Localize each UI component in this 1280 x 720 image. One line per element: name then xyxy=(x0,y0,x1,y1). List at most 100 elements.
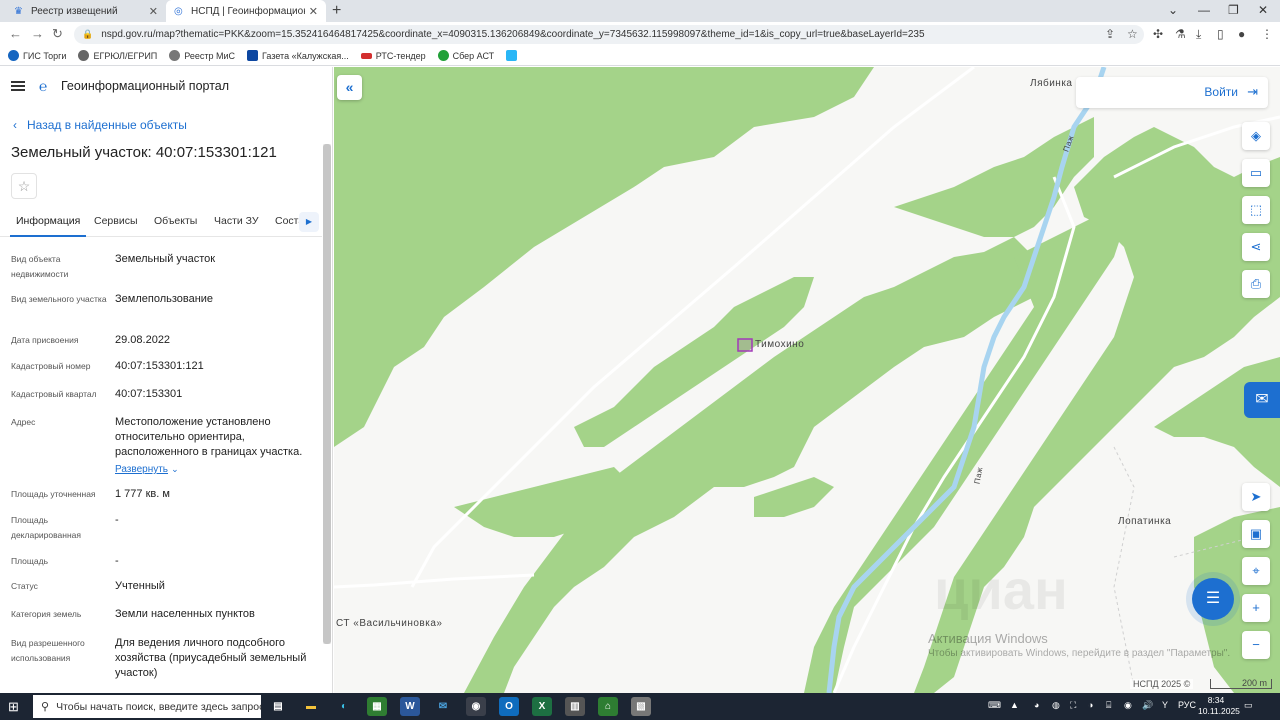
bookmark-reestr-mis[interactable]: Реестр МиС xyxy=(169,50,235,61)
bookmark-icon xyxy=(8,50,19,61)
help-chat-button[interactable]: ✉ xyxy=(1244,382,1280,418)
reload-icon[interactable]: ↻ xyxy=(52,26,63,42)
hamburger-menu-icon[interactable] xyxy=(11,81,25,91)
bookmark-extra[interactable] xyxy=(506,50,521,61)
task-view-icon[interactable]: ▤ xyxy=(268,697,288,716)
plus-icon: + xyxy=(1252,600,1260,615)
bookmark-icon xyxy=(360,52,372,59)
extensions-icon[interactable]: ✣ xyxy=(1153,27,1163,41)
address-bar-row: ← → ↻ 🔒 nspd.gov.ru/map?thematic=PKK&zoo… xyxy=(0,22,1280,46)
forward-icon[interactable]: → xyxy=(31,26,44,41)
object-info-panel: ℮ Геоинформационный портал ‹ Назад в найд… xyxy=(0,67,333,693)
tab-services[interactable]: Сервисы xyxy=(94,215,138,227)
share-icon[interactable]: ⇪ xyxy=(1105,27,1115,41)
tray-icon[interactable]: ▲ xyxy=(1010,700,1019,710)
nspd-favicon-icon: ◎ xyxy=(174,5,183,17)
close-tab-icon[interactable]: ✕ xyxy=(309,5,318,18)
chrome-icon[interactable]: ◉ xyxy=(466,697,486,716)
tab-parts[interactable]: Части ЗУ xyxy=(214,215,259,227)
close-window-icon[interactable]: ✕ xyxy=(1258,3,1268,17)
profile-icon[interactable]: ● xyxy=(1238,27,1245,41)
layers-icon: ◈ xyxy=(1251,128,1261,143)
keyboard-icon[interactable]: ⌨ xyxy=(988,700,1001,711)
scrollbar-thumb[interactable] xyxy=(323,144,331,644)
zoom-in-button[interactable]: + xyxy=(1242,594,1270,622)
tray-app-icon[interactable]: ◑ xyxy=(1088,700,1093,710)
forest-areas xyxy=(334,67,1280,693)
back-to-results-link[interactable]: ‹ Назад в найденные объекты xyxy=(13,118,187,132)
yandex-icon[interactable]: Y xyxy=(1162,700,1168,710)
panel-scrollbar[interactable] xyxy=(323,144,331,644)
excel-icon[interactable]: X xyxy=(532,697,552,716)
menu-icon[interactable]: ⋮ xyxy=(1261,27,1273,41)
network-icon[interactable]: ⌸ xyxy=(1106,700,1111,711)
file-explorer-icon[interactable]: ▬ xyxy=(301,697,321,716)
extension-icon[interactable]: ⚗ xyxy=(1175,27,1186,41)
calculator-icon[interactable]: ▥ xyxy=(565,697,585,716)
tray-app-icon[interactable]: ◉ xyxy=(1124,700,1132,711)
tray-app-icon[interactable]: ◕ xyxy=(1034,700,1039,710)
word-icon[interactable]: W xyxy=(400,697,420,716)
download-icon[interactable]: ⤓ xyxy=(1196,27,1201,42)
home-app-icon[interactable]: ⌂ xyxy=(598,697,618,716)
sidebar-icon[interactable]: ▯ xyxy=(1217,27,1224,41)
locate-arrow-icon: ➤ xyxy=(1250,489,1262,504)
tab-information[interactable]: Информация xyxy=(9,215,87,237)
browser-tab-registry[interactable]: ♛ Реестр извещений ✕ xyxy=(6,0,166,22)
tab-objects[interactable]: Объекты xyxy=(154,215,197,227)
location-pin-icon: ⌖ xyxy=(1252,563,1260,578)
bookmarks-bar: ГИС Торги ЕГРЮЛ/ЕГРИП Реестр МиС Газета … xyxy=(0,46,1280,66)
bookmark-gis-torgi[interactable]: ГИС Торги xyxy=(8,50,66,61)
ruler-button[interactable]: ▭ xyxy=(1242,159,1270,187)
map-view[interactable]: Лябинка Тимохино Лопатинка СТ «Васильчин… xyxy=(334,67,1280,693)
support-chat-button[interactable]: ☰ xyxy=(1192,578,1234,620)
share-button[interactable]: ⋖ xyxy=(1242,233,1270,261)
selected-parcel[interactable] xyxy=(737,338,753,352)
mail-icon[interactable]: ✉ xyxy=(433,697,453,716)
collapse-panel-button[interactable]: « xyxy=(337,75,362,100)
clock[interactable]: 8:34 10.11.2025 xyxy=(1198,695,1240,717)
tray-app-icon[interactable]: ⛶ xyxy=(1070,700,1076,711)
back-icon[interactable]: ← xyxy=(9,26,22,41)
edge-icon[interactable]: ◐ xyxy=(334,697,354,716)
bookmark-star-icon[interactable]: ☆ xyxy=(1127,27,1138,41)
bookmark-egrul[interactable]: ЕГРЮЛ/ЕГРИП xyxy=(78,50,157,61)
bookmark-rts-tender[interactable]: РТС-тендер xyxy=(360,51,426,61)
locate-button[interactable]: ➤ xyxy=(1242,483,1270,511)
map-canvas[interactable] xyxy=(334,67,1280,693)
new-tab-icon[interactable]: + xyxy=(332,2,341,20)
print-button[interactable]: ⎙ xyxy=(1242,270,1270,298)
notifications-icon[interactable]: ▭ xyxy=(1244,700,1253,711)
login-icon: ⇥ xyxy=(1247,84,1258,99)
object-title: Земельный участок: 40:07:153301:121 xyxy=(11,144,277,161)
language-indicator[interactable]: РУС xyxy=(1178,700,1196,710)
select-area-button[interactable]: ⬚ xyxy=(1242,196,1270,224)
app-icon[interactable]: ▧ xyxy=(631,697,651,716)
expand-link[interactable]: Развернуть ⌄ xyxy=(115,462,315,477)
minimap-button[interactable]: ▣ xyxy=(1242,520,1270,548)
bookmark-gazeta[interactable]: Газета «Калужская... xyxy=(247,50,349,61)
favorite-star-icon[interactable]: ☆ xyxy=(11,173,37,199)
outlook-icon[interactable]: O xyxy=(499,697,519,716)
browser-tab-nspd[interactable]: ◎ НСПД | Геоинформационный п ✕ xyxy=(166,0,326,22)
store-icon[interactable]: ▦ xyxy=(367,697,387,716)
layers-button[interactable]: ◈ xyxy=(1242,122,1270,150)
double-chevron-left-icon: « xyxy=(345,79,354,95)
panel-tabs: Информация Сервисы Объекты Части ЗУ Сост… xyxy=(0,207,322,237)
tab-search-icon[interactable]: ⌄ xyxy=(1168,3,1178,17)
login-button[interactable]: Войти ⇥ xyxy=(1076,77,1268,108)
close-tab-icon[interactable]: ✕ xyxy=(149,5,158,18)
taskbar-search[interactable]: ⚲ Чтобы начать поиск, введите здесь запр… xyxy=(33,695,261,718)
url-field[interactable]: 🔒 nspd.gov.ru/map?thematic=PKK&zoom=15.3… xyxy=(74,25,1144,44)
geo-search-button[interactable]: ⌖ xyxy=(1242,557,1270,585)
zoom-out-button[interactable]: − xyxy=(1242,631,1270,659)
volume-icon[interactable]: 🔊 xyxy=(1142,700,1153,711)
bookmark-icon xyxy=(169,50,181,61)
bookmark-sber-ast[interactable]: Сбер АСТ xyxy=(437,50,494,61)
tray-app-icon[interactable]: ◍ xyxy=(1052,700,1060,711)
tabs-scroll-right-icon[interactable]: ▶ xyxy=(299,212,319,232)
windows-start-icon[interactable]: ⊞ xyxy=(8,699,19,715)
print-icon: ⎙ xyxy=(1250,276,1262,291)
minimize-icon[interactable]: — xyxy=(1198,3,1210,17)
restore-icon[interactable]: ❐ xyxy=(1228,3,1239,17)
